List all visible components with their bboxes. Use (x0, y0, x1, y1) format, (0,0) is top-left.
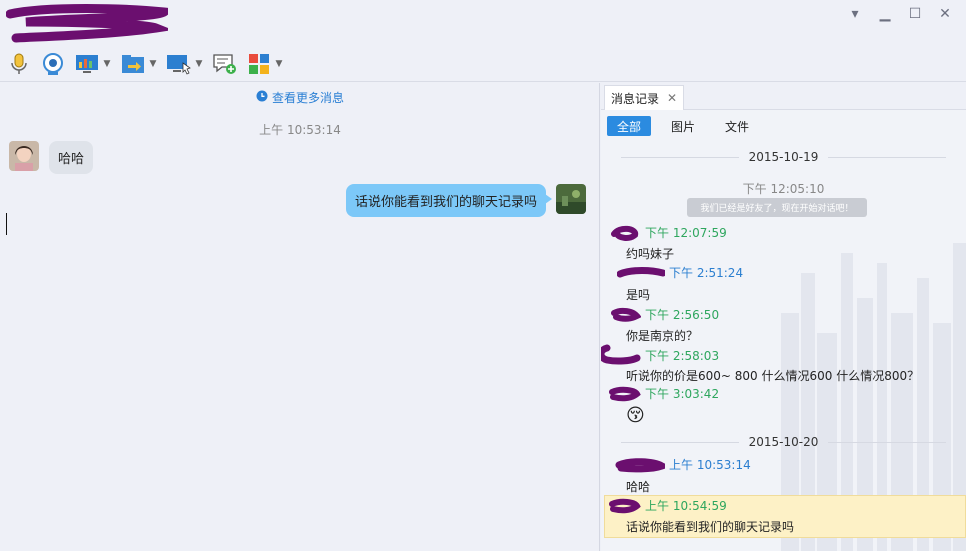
close-icon[interactable]: ✕ (667, 91, 677, 105)
incoming-message-bubble: 哈哈 (49, 141, 94, 174)
sender-name-redacted (611, 307, 641, 322)
filter-all[interactable]: 全部 (607, 116, 652, 136)
maximize-button[interactable]: ☐ (902, 4, 928, 24)
entry-time: 下午 2:58:03 (645, 348, 720, 363)
tab-label: 消息记录 (611, 91, 660, 106)
date-separator: 2015-10-19 (621, 150, 946, 164)
menu-icon[interactable]: ▾ (842, 4, 868, 24)
entry-time: 下午 2:51:24 (669, 266, 744, 280)
minimize-button[interactable]: ▁ (872, 4, 898, 24)
history-tab-bar: 消息记录 ✕ (601, 83, 966, 110)
history-entry-header: 上午 10:54:59 (609, 497, 727, 514)
video-call-button[interactable] (40, 50, 66, 78)
history-entry-text: 听说你的价是600~ 800 什么情况600 什么情况800？ (626, 369, 920, 383)
sender-name-redacted (611, 225, 639, 241)
history-entry-text: 哈哈 (626, 480, 651, 494)
contact-avatar[interactable] (9, 141, 39, 171)
screen-share-button[interactable]: ▼ (74, 50, 112, 78)
entry-time: 上午 10:54:59 (645, 499, 727, 513)
new-message-button[interactable] (212, 50, 238, 78)
date-label: 2015-10-19 (748, 150, 819, 164)
kissing-face-emoji-icon: 😚 (626, 405, 645, 426)
voice-call-button[interactable] (6, 50, 32, 78)
outgoing-message-bubble: 话说你能看到我们的聊天记录吗 (346, 184, 553, 217)
webcam-icon (40, 51, 66, 77)
filter-images[interactable]: 图片 (661, 116, 705, 136)
system-notice: 我们已经是好友了，现在开始对话吧！ (687, 198, 867, 217)
date-label: 2015-10-20 (748, 435, 819, 449)
sender-name-redacted (617, 266, 665, 277)
my-avatar[interactable] (556, 184, 586, 214)
file-transfer-icon (120, 51, 146, 77)
window-controls: ▾ ▁ ☐ ✕ (842, 4, 958, 24)
chevron-down-icon[interactable]: ▼ (102, 59, 112, 69)
history-entry-text: 你是南京的？ (626, 329, 699, 343)
history-entry-header: 下午 2:58:03 (601, 344, 719, 366)
entry-time: 下午 12:07:59 (645, 226, 727, 240)
message-timestamp: 上午 10:53:14 (259, 123, 341, 137)
history-entry-header: 下午 3:03:42 (609, 385, 719, 402)
close-button[interactable]: ✕ (932, 4, 958, 24)
remote-desktop-icon (166, 51, 192, 77)
sender-name-redacted (601, 344, 641, 365)
apps-button[interactable]: ▼ (246, 50, 284, 78)
microphone-icon (6, 51, 32, 77)
clock-icon (256, 90, 268, 105)
entry-time: 下午 3:03:42 (645, 387, 720, 401)
chevron-down-icon[interactable]: ▼ (194, 59, 204, 69)
history-entry-header: 下午 12:07:59 (611, 224, 727, 241)
view-more-messages-label: 查看更多消息 (271, 91, 344, 105)
message-history-panel: 消息记录 ✕ 全部 图片 文件 2015-10-19 下午 12:05:10 我… (601, 83, 966, 551)
text-cursor (6, 213, 7, 235)
apps-icon (246, 51, 272, 77)
filter-files[interactable]: 文件 (715, 116, 759, 136)
sender-name-redacted (609, 498, 641, 513)
chevron-down-icon[interactable]: ▼ (274, 59, 284, 69)
send-file-button[interactable]: ▼ (120, 50, 158, 78)
chevron-down-icon[interactable]: ▼ (148, 59, 158, 69)
tab-message-history[interactable]: 消息记录 ✕ (604, 85, 685, 110)
history-entry-header: 上午 10:53:14 (615, 456, 751, 473)
entry-time: 下午 2:56:50 (645, 308, 720, 322)
history-entry-text: 话说你能看到我们的聊天记录吗 (626, 520, 795, 534)
history-entry-header: 下午 2:51:24 (617, 264, 743, 281)
view-more-messages-link[interactable]: 查看更多消息 (0, 89, 600, 106)
remote-desktop-button[interactable]: ▼ (166, 50, 204, 78)
history-entry-text: 是吗 (626, 288, 651, 302)
toolbar: ▼ ▼ ▼ ▼ (6, 50, 284, 78)
system-timestamp: 下午 12:05:10 (742, 182, 825, 196)
date-separator: 2015-10-20 (621, 435, 946, 449)
history-filters: 全部 图片 文件 (607, 116, 759, 136)
title-bar: ▾ ▁ ☐ ✕ ▼ ▼ ▼ ▼ (0, 0, 966, 82)
new-message-icon (212, 51, 238, 77)
screen-share-icon (74, 51, 100, 77)
entry-time: 上午 10:53:14 (669, 458, 751, 472)
contact-name-redacted (6, 4, 168, 43)
history-entry-header: 下午 2:56:50 (611, 306, 719, 323)
history-entry-text: 约吗妹子 (626, 247, 675, 261)
sender-name-redacted (609, 386, 641, 401)
sender-name-redacted (615, 457, 665, 472)
